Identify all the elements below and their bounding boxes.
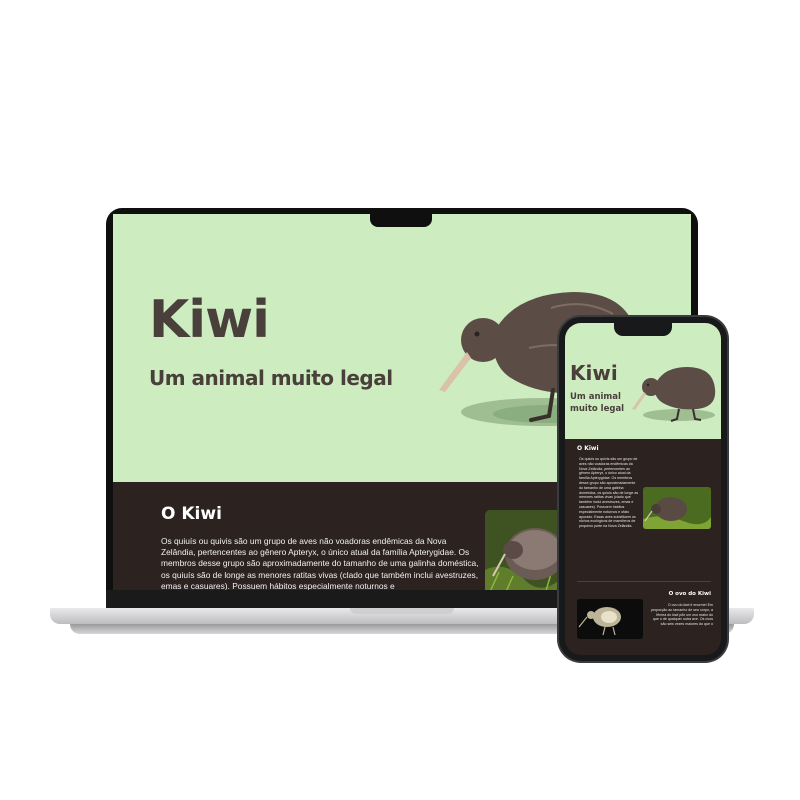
- section-divider: [577, 581, 711, 582]
- section-title: O Kiwi: [161, 504, 222, 524]
- mobile-hero-title: Kiwi: [570, 361, 618, 385]
- mobile-kiwi-bird-illustration: [632, 367, 716, 422]
- laptop-camera-notch: [370, 212, 432, 227]
- mobile-section-title: O Kiwi: [577, 445, 599, 452]
- phone-screen: Kiwi Um animal muito legal O Kiwi Os qui…: [565, 323, 721, 655]
- mobile-egg-section-title: O ovo do Kiwi: [668, 591, 711, 597]
- mobile-hero-section: Kiwi Um animal muito legal: [565, 323, 721, 439]
- hero-subtitle: Um animal muito legal: [149, 366, 393, 390]
- laptop-opening-lip: [350, 608, 454, 614]
- kiwi-egg-xray-photo: [577, 599, 643, 639]
- mobile-section-paragraph: Os quiuís ou quivis são um grupo de aves…: [579, 457, 639, 529]
- hero-title: Kiwi: [149, 290, 270, 350]
- mobile-kiwi-photo: [643, 487, 711, 529]
- section-paragraph: Os quiuís ou quivis são um grupo de aves…: [161, 536, 479, 590]
- mobile-hero-subtitle: Um animal muito legal: [570, 392, 625, 414]
- phone-notch: [614, 323, 672, 336]
- mobile-egg-section-paragraph: O ovo do kiwi é enorme! Em proporção ao …: [651, 603, 713, 627]
